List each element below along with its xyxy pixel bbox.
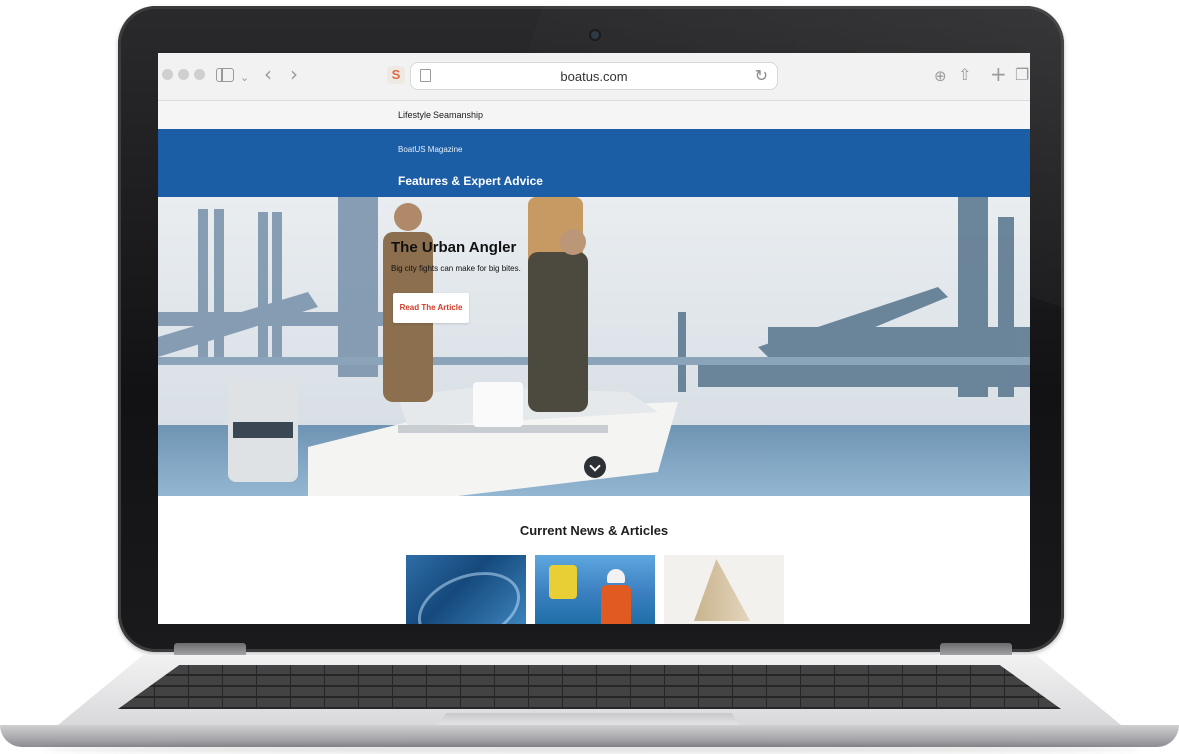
extension-icon[interactable]: S bbox=[387, 66, 405, 84]
back-icon[interactable]: ‹ bbox=[264, 62, 272, 86]
forward-icon[interactable]: › bbox=[290, 62, 298, 86]
hero-title: The Urban Angler bbox=[391, 239, 517, 256]
article-thumbnail[interactable] bbox=[535, 555, 655, 624]
scroll-down-icon[interactable] bbox=[584, 456, 606, 478]
zoom-window-button[interactable] bbox=[194, 69, 205, 80]
nav-item-seamanship[interactable]: Seamanship bbox=[433, 110, 483, 120]
sidebar-icon[interactable] bbox=[216, 68, 234, 82]
address-bar[interactable]: boatus.com ↻ bbox=[410, 62, 778, 90]
browser-toolbar: ⌄ ‹ › S boatus.com ↻ ⊕ ⇧ + ❐ bbox=[158, 53, 1030, 101]
article-thumbnail[interactable] bbox=[406, 555, 526, 624]
nav-item-lifestyle[interactable]: Lifestyle bbox=[398, 110, 431, 120]
read-article-button[interactable]: Read The Article bbox=[393, 293, 469, 323]
hero-banner: The Urban Angler Big city fights can mak… bbox=[158, 197, 1030, 496]
laptop-base bbox=[0, 655, 1179, 754]
tabs-icon[interactable]: ❐ bbox=[1015, 63, 1029, 87]
keyboard bbox=[118, 665, 1061, 709]
hero-image bbox=[158, 197, 1030, 496]
webcam-icon bbox=[591, 31, 599, 39]
new-tab-icon[interactable]: + bbox=[990, 62, 1007, 86]
url-text: boatus.com bbox=[560, 69, 628, 84]
close-window-button[interactable] bbox=[162, 69, 173, 80]
minimize-window-button[interactable] bbox=[178, 69, 189, 80]
laptop-mockup: ⌄ ‹ › S boatus.com ↻ ⊕ ⇧ + ❐ Lifestyle S… bbox=[0, 0, 1179, 754]
article-thumbnail[interactable] bbox=[664, 555, 784, 624]
download-icon[interactable]: ⊕ bbox=[934, 64, 947, 88]
share-icon[interactable]: ⇧ bbox=[958, 63, 971, 87]
site-top-nav: Lifestyle Seamanship bbox=[158, 101, 1030, 129]
magazine-label[interactable]: BoatUS Magazine bbox=[398, 145, 462, 154]
section-header: BoatUS Magazine Features & Expert Advice bbox=[158, 129, 1030, 197]
browser-window: ⌄ ‹ › S boatus.com ↻ ⊕ ⇧ + ❐ Lifestyle S… bbox=[158, 53, 1030, 624]
news-heading: Current News & Articles bbox=[519, 523, 669, 538]
chevron-down-icon[interactable]: ⌄ bbox=[240, 66, 249, 90]
page-title: Features & Expert Advice bbox=[398, 174, 543, 188]
reload-icon[interactable]: ↻ bbox=[755, 66, 768, 85]
hero-subtitle: Big city fights can make for big bites. bbox=[391, 264, 521, 273]
